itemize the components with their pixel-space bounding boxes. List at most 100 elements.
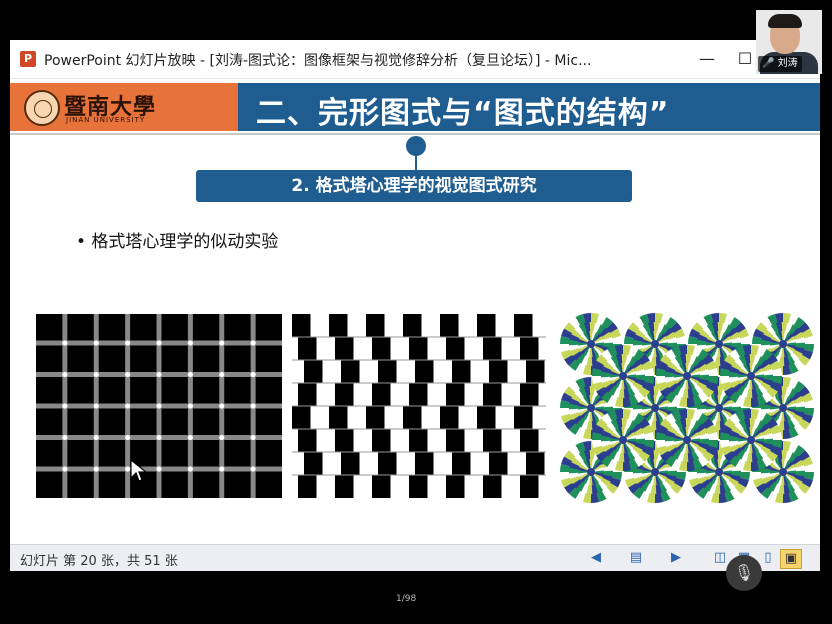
grid-dot [250, 340, 256, 346]
wall-tile [514, 314, 533, 337]
grid-square [224, 440, 251, 467]
grid-dot [219, 466, 225, 472]
grid-dot [187, 340, 193, 346]
grid-square [161, 440, 188, 467]
wall-tile [477, 314, 496, 337]
snake-center [619, 372, 627, 380]
grid-square [192, 314, 220, 341]
snake-wheel [720, 345, 782, 407]
wall-tile [409, 383, 428, 406]
grid-square [255, 471, 282, 498]
university-seal-icon [24, 90, 60, 126]
title-bar[interactable]: P PowerPoint 幻灯片放映 - [刘涛-图式论：图像框架与视觉修辞分析… [10, 40, 820, 79]
snake-center [747, 372, 755, 380]
wall-tile [403, 314, 422, 337]
grid-square [36, 408, 63, 435]
powerpoint-window: P PowerPoint 幻灯片放映 - [刘涛-图式论：图像框架与视觉修辞分析… [10, 40, 820, 571]
page-indicator: 1/98 [396, 594, 417, 604]
grid-square [98, 345, 126, 372]
wall-tile [446, 475, 465, 498]
grid-dot [62, 371, 68, 378]
grid-square [36, 377, 63, 404]
wall-tile [520, 475, 539, 498]
snake-center [651, 340, 659, 348]
grid-dot [125, 403, 131, 409]
minimize-button[interactable]: — [694, 46, 720, 72]
wall-tile [440, 406, 459, 429]
grid-dot [62, 466, 68, 472]
wall-tile [446, 429, 465, 452]
participant-name-label: 🎤 刘涛 [758, 56, 802, 72]
wall-tile [526, 360, 545, 383]
grid-square [130, 314, 157, 341]
slide-menu-button[interactable]: ▤ [626, 549, 646, 567]
grid-dot [187, 466, 193, 472]
grid-square [98, 471, 126, 498]
grid-dot [187, 434, 193, 441]
wall-tile [409, 337, 428, 360]
participant-video[interactable]: 🎤 刘涛 [756, 10, 822, 74]
grid-dot [125, 434, 131, 441]
grid-dot [62, 403, 68, 409]
snake-center [715, 404, 723, 412]
powerpoint-icon: P [20, 51, 36, 67]
grid-dot [62, 434, 68, 441]
grid-dot [156, 403, 162, 409]
wall-tile [304, 360, 323, 383]
grid-dot [219, 371, 225, 378]
snake-center [715, 340, 723, 348]
grid-square [161, 471, 188, 498]
maximize-button[interactable]: ☐ [732, 46, 758, 72]
wall-tile [372, 337, 391, 360]
wall-tile [372, 383, 391, 406]
grid-square [192, 377, 220, 404]
wall-tile [526, 452, 545, 475]
grid-square [192, 408, 220, 435]
wall-tile [409, 475, 428, 498]
snake-center [715, 468, 723, 476]
wall-tile [440, 314, 459, 337]
snake-center [779, 404, 787, 412]
snake-center [683, 436, 691, 444]
wall-tile [477, 406, 496, 429]
university-logo: 暨南大學 JINAN UNIVERSITY [10, 83, 238, 131]
wall-tile [292, 314, 311, 337]
status-bar: 幻灯片 第 20 张，共 51 张 ◀ ▤ ▶ ◫ ▦ ▯ ▣ [10, 544, 820, 571]
grid-square [67, 377, 94, 404]
grid-dot [156, 371, 162, 378]
wall-tile [335, 475, 354, 498]
grid-square [192, 345, 220, 372]
wall-tile [329, 314, 348, 337]
snake-center [587, 340, 595, 348]
grid-dot [250, 434, 256, 441]
bullet-point: • 格式塔心理学的似动实验 [76, 232, 279, 252]
wall-tile [378, 360, 397, 383]
grid-square [67, 314, 94, 341]
wall-tile [489, 452, 508, 475]
slideshow-view-button[interactable]: ▣ [780, 549, 802, 569]
wall-tile [329, 406, 348, 429]
wall-tile [446, 383, 465, 406]
participant-hair [768, 14, 802, 28]
wall-tile [520, 429, 539, 452]
wall-tile [415, 360, 434, 383]
next-slide-button[interactable]: ▶ [666, 549, 686, 567]
snake-wheel [592, 345, 654, 407]
logo-english-text: JINAN UNIVERSITY [66, 116, 146, 124]
reading-view-button[interactable]: ▯ [758, 549, 778, 567]
grid-square [224, 314, 251, 341]
snake-center [619, 436, 627, 444]
grid-dot [250, 466, 256, 472]
window-title: PowerPoint 幻灯片放映 - [刘涛-图式论：图像框架与视觉修辞分析（复… [44, 53, 592, 69]
snake-center [747, 436, 755, 444]
previous-slide-button[interactable]: ◀ [586, 549, 606, 567]
slide-canvas[interactable]: 暨南大學 JINAN UNIVERSITY 二、完形图式与“图式的结构” 2. … [10, 79, 820, 544]
wall-tile [520, 383, 539, 406]
grid-dot [156, 340, 162, 346]
wall-tile [335, 383, 354, 406]
wall-tile [483, 383, 502, 406]
wall-tile [403, 406, 422, 429]
grid-square [192, 440, 220, 467]
grid-square [224, 345, 251, 372]
mute-microphone-button[interactable]: 🎙 [726, 555, 762, 591]
